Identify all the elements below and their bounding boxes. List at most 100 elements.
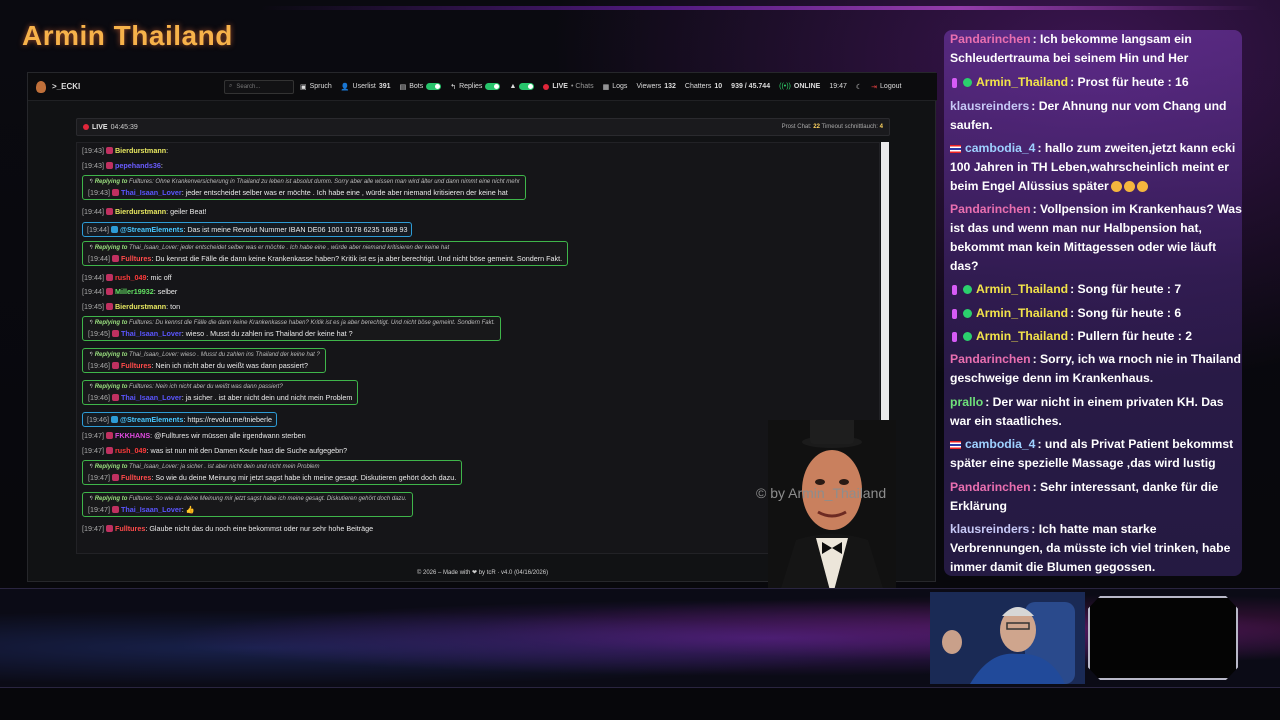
logs-icon: ▦ [602, 83, 610, 91]
chat-message: [19:46] Thai_Isaan_Lover: ja sicher . ist… [88, 393, 352, 402]
reply-target: Thai_Isaan_Lover [129, 244, 178, 251]
chat-message: [19:44] Miller19932: selber [82, 287, 177, 296]
bots-switch[interactable] [426, 83, 442, 90]
logout-button[interactable]: ⇥ Logout [871, 83, 901, 91]
chat-username[interactable]: Miller19932 [115, 287, 154, 296]
overlay-username: Pandarinchen [950, 480, 1031, 494]
chat-username[interactable]: Thai_Isaan_Lover [121, 188, 182, 197]
user-badge-icon [111, 330, 119, 337]
search-input[interactable]: ⌕ Search... [224, 79, 294, 94]
gem-icon [952, 308, 957, 319]
chatters-stat: Chatters 10 [685, 83, 722, 90]
chat-username[interactable]: Bierdurstmann [115, 207, 166, 216]
user-badge-icon [110, 225, 118, 233]
reply-arrow-icon: ↰ [88, 496, 95, 502]
reply-prefix: Replying to [94, 179, 128, 185]
reply-prefix: Replying to [94, 464, 128, 470]
chat-username[interactable]: rush_049 [115, 273, 147, 282]
message-timestamp: [19:47] [82, 445, 104, 455]
message-timestamp: [19:47] [82, 524, 104, 533]
reply-target: Fulltures [129, 384, 153, 390]
chat-username[interactable]: Fulltures [121, 254, 151, 263]
reply-target: Thai_Isaan_Lover [129, 464, 178, 470]
timeout-value: 4 [879, 124, 883, 130]
overlay-chat-text: : Pullern für heute : 2 [1070, 329, 1192, 343]
chat-text: : ton [166, 301, 181, 311]
prost-value: 22 [813, 124, 820, 130]
live-bar-stats: Prost Chat: 22 Timeout schnittlauch: 4 [782, 124, 883, 130]
reply-quoted-text: : wieso . Musst du zahlen ins Thailand d… [177, 352, 320, 358]
live-chats-button[interactable]: LIVE • Chats [543, 83, 594, 90]
chat-username[interactable]: Fulltures [115, 524, 145, 533]
overlay-chat-text: : Der war nicht in einem privaten KH. Da… [950, 395, 1224, 428]
user-badge-icon [105, 288, 113, 295]
bots-toggle[interactable]: ▤ Bots [400, 83, 442, 91]
reply-block: ↰ Replying to Fulltures: Nein ich nicht … [82, 380, 359, 405]
overlay-chat-message: Pandarinchen: Sehr interessant, danke fü… [950, 478, 1242, 516]
chat-username[interactable]: Fulltures [121, 361, 151, 370]
gem-icon [952, 331, 957, 342]
overlay-username: cambodia_4 [965, 437, 1036, 451]
reply-arrow-icon: ↰ [88, 352, 95, 358]
chat-message: [19:43] Thai_Isaan_Lover: jeder entscheid… [88, 188, 520, 197]
reply-arrow-icon: ↰ [88, 179, 95, 185]
live-indicator-icon [83, 124, 89, 130]
overlay-username: Pandarinchen [950, 352, 1031, 366]
viewers-stat: Viewers 132 [636, 83, 675, 90]
chat-text: : 👍 [181, 505, 195, 514]
chat-message: [19:47] Thai_Isaan_Lover: 👍 [88, 505, 407, 514]
chat-username[interactable]: FKKHANS [115, 431, 150, 440]
logout-label: Logout [880, 83, 902, 90]
chats-label: • Chats [570, 83, 594, 90]
reply-context: ↰ Replying to Thai_Isaan_Lover: ja siche… [88, 463, 456, 470]
overlay-username: Pandarinchen [950, 202, 1031, 216]
userlist-button[interactable]: 👤 Userlist 391 [341, 83, 391, 91]
chat-text: : So wie du deine Meinung mir jetzt sags… [151, 473, 457, 482]
spruch-button[interactable]: ▣ Spruch [300, 83, 332, 91]
brand-label: >_ECKI [52, 82, 81, 91]
reply-quoted-text: : Ohne Krankenversicherung in Thailand z… [152, 179, 520, 185]
user-badge-icon [111, 189, 119, 196]
chat-username[interactable]: pepehands36 [115, 161, 161, 170]
reply-context: ↰ Replying to Thai_Isaan_Lover: jeder en… [88, 244, 562, 251]
chat-username[interactable]: Thai_Isaan_Lover [121, 393, 182, 402]
theme-toggle[interactable]: ☾ [856, 83, 862, 91]
overlay-chat-message: Pandarinchen: Vollpension im Krankenhaus… [950, 200, 1242, 276]
chat-username[interactable]: Thai_Isaan_Lover [121, 329, 182, 338]
logs-button[interactable]: ▦ Logs [603, 83, 628, 91]
chat-username[interactable]: rush_049 [115, 446, 147, 455]
emoji-icon [1110, 181, 1122, 193]
navbar: >_ECKI ⌕ Search... ▣ Spruch 👤 Userlist 391 … [28, 73, 937, 101]
chat-message: [19:44] Fulltures: Du kennst die Fälle di… [88, 254, 562, 263]
overlay-chat-text: : Prost für heute : 16 [1070, 75, 1189, 89]
chat-message: [19:47] Fulltures: So wie du deine Meinun… [88, 473, 456, 482]
brand[interactable]: >_ECKI [28, 80, 224, 93]
sound-switch[interactable] [519, 83, 535, 90]
online-status: ((•)) ONLINE [779, 83, 820, 90]
user-badge-icon [111, 254, 119, 262]
chat-username[interactable]: @StreamElements [120, 415, 183, 424]
chat-text: : @Fulltures wir müssen alle irgendwann … [150, 431, 306, 440]
emoji-icon [1123, 181, 1135, 193]
replies-toggle[interactable]: ↰ Replies [450, 83, 501, 91]
chat-username[interactable]: @StreamElements [120, 225, 183, 234]
user-badge-icon [105, 147, 113, 154]
bots-label: Bots [409, 83, 424, 90]
chat-username[interactable]: Bierdurstmann [115, 302, 166, 311]
user-badge-icon [105, 446, 113, 454]
chat-username[interactable]: Thai_Isaan_Lover [121, 505, 182, 514]
sound-toggle[interactable]: ▲ [509, 83, 535, 90]
message-timestamp: [19:47] [82, 431, 104, 440]
user-badge-icon [105, 432, 113, 439]
chat-username[interactable]: Bierdurstmann [115, 146, 166, 155]
chat-username[interactable]: Fulltures [121, 473, 151, 482]
user-badge-icon [105, 161, 113, 169]
replies-switch[interactable] [485, 83, 501, 90]
search-icon: ⌕ [229, 83, 233, 89]
clock-time: 19:47 [829, 83, 847, 90]
chat-message: [19:44] rush_049: mic off [82, 273, 172, 282]
reply-block: ↰ Replying to Fulltures: So wie du deine… [82, 492, 413, 517]
overlay-chat-message: Armin_Thailand: Prost für heute : 16 [950, 73, 1242, 92]
reply-target: Fulltures [129, 496, 153, 502]
moon-icon: ☾ [855, 83, 863, 91]
